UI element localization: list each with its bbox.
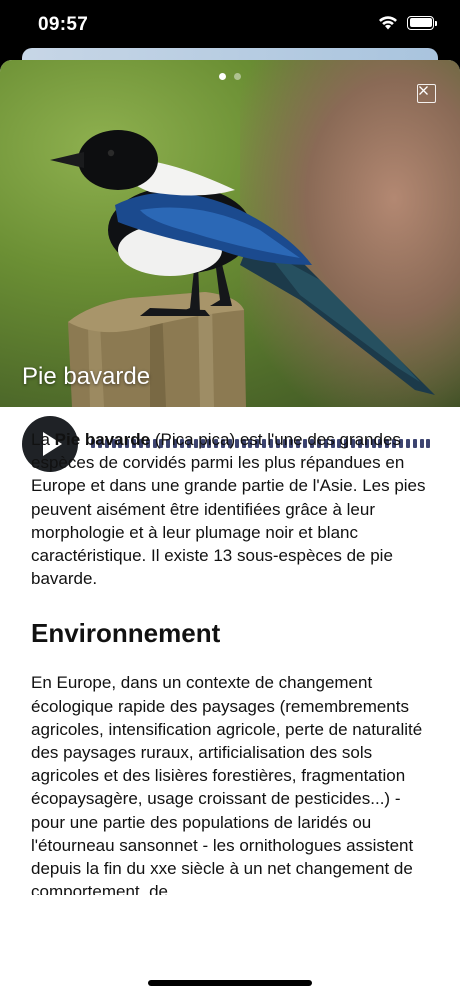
page-dot-active[interactable]	[219, 73, 226, 80]
close-icon	[419, 86, 428, 95]
section-paragraph: En Europe, dans un contexte de changemen…	[31, 673, 423, 902]
section-title-environnement: Environnement	[31, 618, 221, 649]
article-content: La Pie bavarde (Pica pica) est l'une des…	[31, 428, 436, 903]
page-dot[interactable]	[234, 73, 241, 80]
intro-prefix: La	[31, 430, 55, 449]
intro-bird-name: Pie bavarde	[54, 430, 151, 449]
intro-text: (Pica pica) est l'une des grandes espèce…	[31, 430, 426, 589]
battery-icon	[407, 15, 437, 30]
bird-detail-sheet: Pie bavarde La Pie bavarde (Pica pica) e…	[0, 60, 460, 996]
bird-name-title: Pie bavarde	[22, 363, 151, 390]
bird-photo-carousel[interactable]: Pie bavarde	[0, 60, 460, 407]
status-icons	[378, 15, 437, 30]
page-indicator[interactable]	[0, 73, 460, 80]
close-button[interactable]	[417, 84, 436, 103]
intro-paragraph: La Pie bavarde (Pica pica) est l'une des…	[31, 428, 436, 590]
magpie-illustration	[50, 130, 435, 407]
wifi-icon	[379, 16, 397, 30]
status-bar: 09:57	[0, 0, 460, 50]
home-indicator[interactable]	[148, 980, 312, 986]
status-time: 09:57	[38, 14, 89, 35]
